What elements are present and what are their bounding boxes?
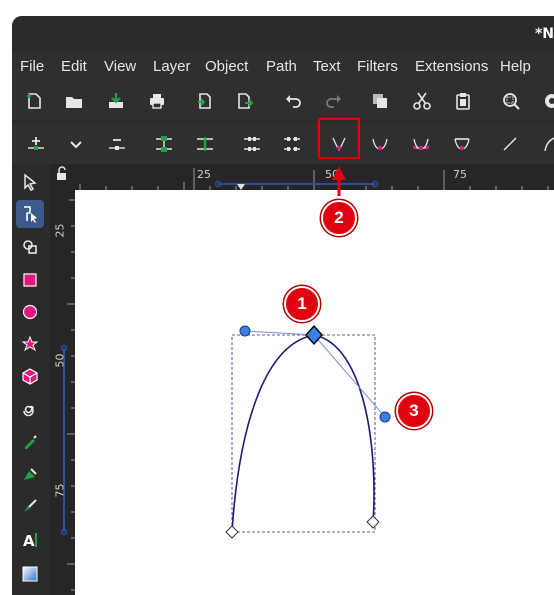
ruler-left-label-75: 75 — [53, 483, 67, 498]
print-icon[interactable] — [143, 87, 171, 115]
window-title: *N — [534, 26, 554, 42]
tweak-tool-icon[interactable] — [16, 232, 44, 260]
menu-path[interactable]: Path — [266, 58, 297, 75]
horizontal-ruler[interactable]: 25 50 75 — [75, 164, 554, 190]
ruler-top-label-75: 75 — [453, 168, 467, 181]
ruler-corner — [50, 164, 75, 190]
zoom-selection-icon[interactable] — [497, 87, 525, 115]
undo-icon[interactable] — [279, 87, 307, 115]
import-icon[interactable] — [190, 87, 218, 115]
straight-segment-icon[interactable] — [496, 130, 524, 158]
menu-edit[interactable]: Edit — [61, 58, 87, 75]
make-smooth-icon[interactable] — [366, 130, 394, 158]
menu-file[interactable]: File — [20, 58, 44, 75]
annotation-badge-1: 1 — [284, 286, 320, 322]
menu-text[interactable]: Text — [313, 58, 341, 75]
menu-layer[interactable]: Layer — [153, 58, 191, 75]
calligraphy-tool-icon[interactable] — [16, 492, 44, 520]
pencil-tool-icon[interactable] — [16, 428, 44, 456]
node-tool-icon[interactable] — [16, 200, 44, 228]
ellipse-tool-icon[interactable] — [16, 298, 44, 326]
menu-object[interactable]: Object — [205, 58, 248, 75]
annotation-badge-2: 2 — [321, 200, 357, 236]
zoom-drawing-icon[interactable] — [538, 87, 554, 115]
vertical-ruler[interactable]: 25 50 75 — [50, 190, 75, 595]
menu-help[interactable]: Help — [500, 58, 531, 75]
curve-segment-icon[interactable] — [537, 130, 554, 158]
ruler-top-label-25: 25 — [197, 168, 211, 181]
duplicate-icon[interactable] — [366, 87, 394, 115]
title-bar: *N — [12, 16, 554, 52]
open-file-icon[interactable] — [60, 87, 88, 115]
join-segment-icon[interactable] — [238, 130, 266, 158]
menu-bar: File Edit View Layer Object Path Text Fi… — [12, 52, 554, 82]
paste-icon[interactable] — [449, 87, 477, 115]
make-symmetric-icon[interactable] — [407, 130, 435, 158]
cut-icon[interactable] — [408, 87, 436, 115]
3d-box-tool-icon[interactable] — [16, 362, 44, 390]
ruler-left-label-50: 50 — [53, 353, 67, 368]
menu-extensions[interactable]: Extensions — [415, 58, 488, 75]
ruler-left-label-25: 25 — [53, 223, 67, 238]
insert-node-icon[interactable] — [22, 130, 50, 158]
svg-text:A: A — [23, 532, 35, 550]
delete-segment-icon[interactable] — [278, 130, 306, 158]
lock-icon[interactable] — [50, 164, 75, 190]
annotation-badge-3: 3 — [396, 393, 432, 429]
toolbox: A — [12, 164, 50, 595]
ruler-top-label-50: 50 — [325, 168, 339, 181]
join-nodes-icon[interactable] — [150, 130, 178, 158]
menu-filters[interactable]: Filters — [357, 58, 398, 75]
new-document-icon[interactable] — [20, 87, 48, 115]
node-tool-controls — [12, 124, 554, 164]
redo-icon[interactable] — [320, 87, 348, 115]
export-icon[interactable] — [231, 87, 259, 115]
spiral-tool-icon[interactable] — [16, 394, 44, 422]
break-path-icon[interactable] — [191, 130, 219, 158]
drawing-canvas[interactable] — [75, 190, 554, 595]
inkscape-window: *N File Edit View Layer Object Path Text… — [12, 16, 554, 595]
commands-toolbar — [12, 82, 554, 120]
pen-tool-icon[interactable] — [16, 460, 44, 488]
gradient-tool-icon[interactable] — [16, 560, 44, 588]
rectangle-tool-icon[interactable] — [16, 266, 44, 294]
star-tool-icon[interactable] — [16, 330, 44, 358]
auto-smooth-icon[interactable] — [448, 130, 476, 158]
selector-icon[interactable] — [16, 168, 44, 196]
delete-node-icon[interactable] — [103, 130, 131, 158]
chevron-down-icon[interactable] — [62, 130, 90, 158]
text-tool-icon[interactable]: A — [16, 526, 44, 554]
menu-view[interactable]: View — [104, 58, 136, 75]
save-icon[interactable] — [102, 87, 130, 115]
make-cusp-highlight — [318, 118, 360, 159]
